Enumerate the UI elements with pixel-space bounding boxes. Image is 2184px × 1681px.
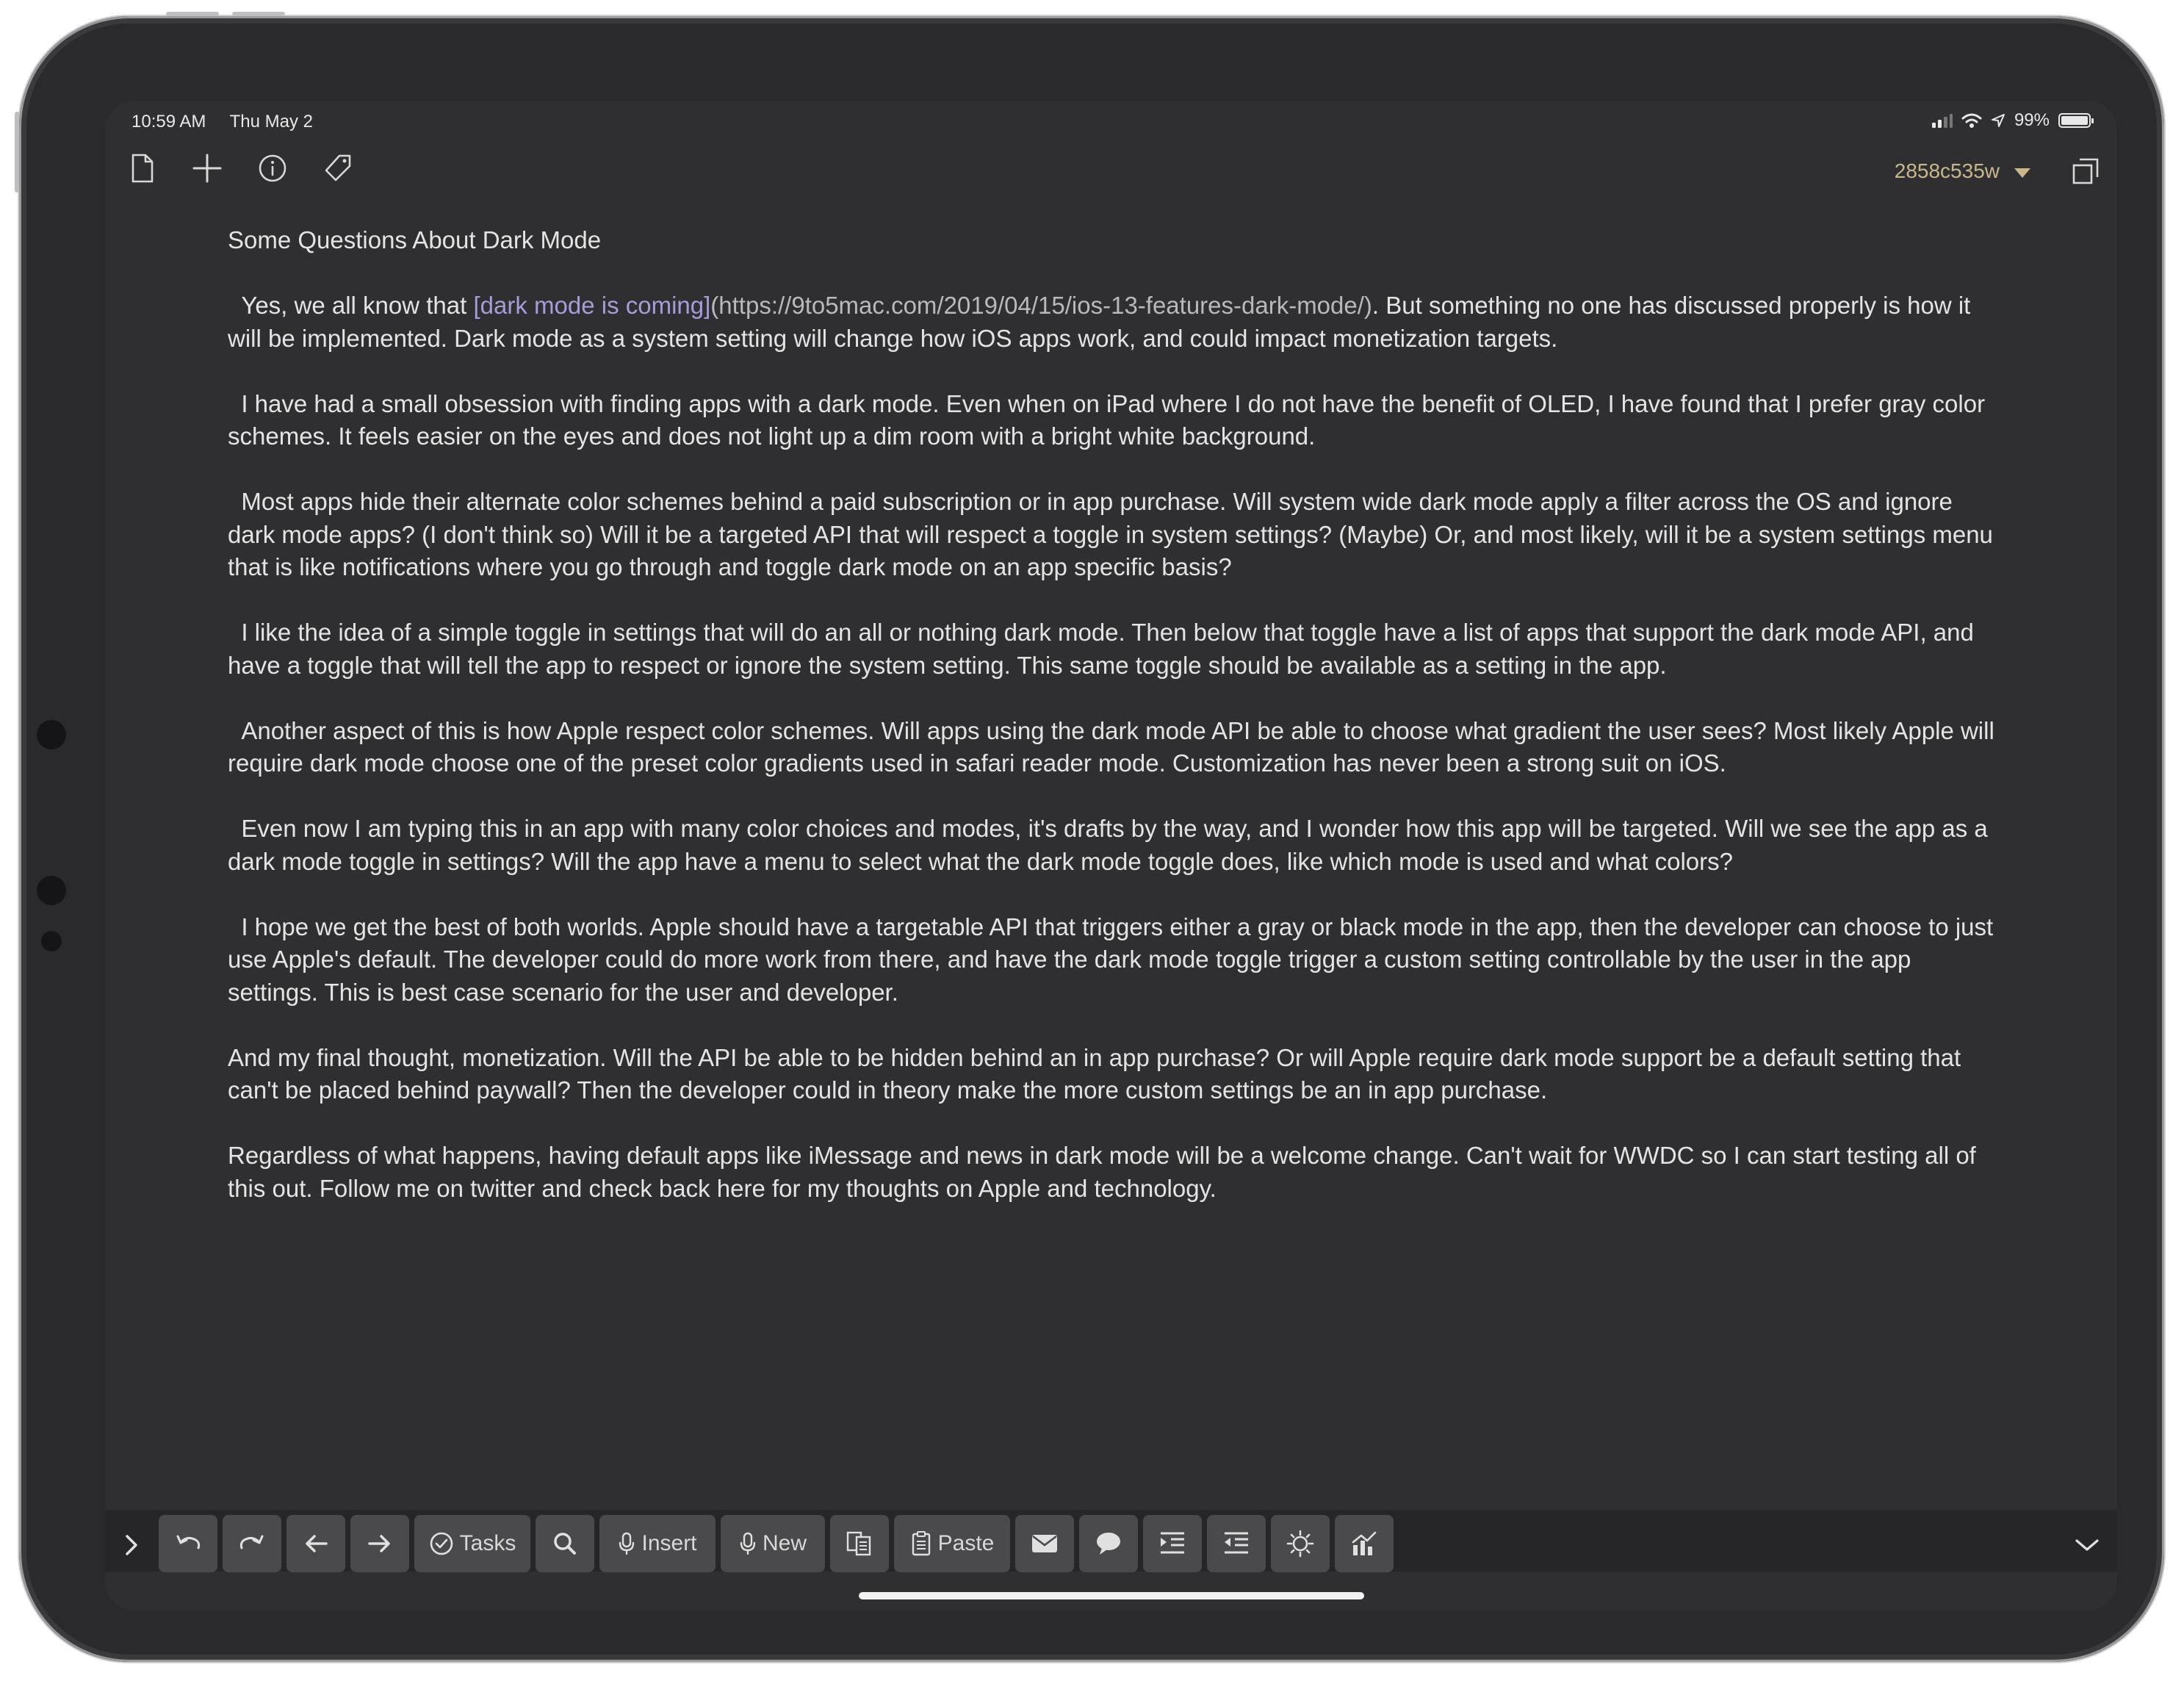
- undo-icon: [176, 1535, 201, 1549]
- paragraph: I hope we get the best of both worlds. A…: [228, 913, 2000, 1006]
- location-icon: [1991, 114, 2005, 127]
- search-button[interactable]: [536, 1515, 594, 1572]
- paragraph: And my final thought, monetization. Will…: [228, 1043, 1968, 1104]
- outdent-icon: [1225, 1532, 1248, 1554]
- indent-icon: [1161, 1532, 1184, 1554]
- arrow-left-icon: [306, 1535, 328, 1552]
- redo-button[interactable]: [223, 1515, 281, 1572]
- side-sensor: [41, 931, 62, 951]
- new-label: New: [762, 1531, 807, 1555]
- copy-button[interactable]: [830, 1515, 889, 1572]
- paragraph: Another aspect of this is how Apple resp…: [228, 716, 2001, 777]
- power-button: [15, 112, 19, 192]
- top-toolbar: [105, 145, 2117, 211]
- indent-button[interactable]: [1143, 1515, 1202, 1572]
- draft-title: Some Questions About Dark Mode: [228, 226, 602, 253]
- status-time: 10:59 AM: [131, 112, 206, 132]
- draft-editor[interactable]: Some Questions About Dark Mode Yes, we a…: [228, 224, 1998, 1238]
- draft-selector[interactable]: 2858c535w: [1895, 159, 2000, 183]
- paste-button[interactable]: Paste: [894, 1515, 1010, 1572]
- chevron-right-icon[interactable]: [121, 1532, 142, 1558]
- markdown-link-url[interactable]: (https://9to5mac.com/2019/04/15/ios-13-f…: [710, 292, 1372, 319]
- cellular-signal-icon: [1931, 114, 1953, 128]
- message-button[interactable]: [1079, 1515, 1138, 1572]
- speech-bubble-icon: [1097, 1533, 1120, 1555]
- dictate-new-button[interactable]: New: [721, 1515, 825, 1572]
- volume-button: [166, 12, 219, 16]
- paragraph: Even now I am typing this in an app with…: [228, 815, 1994, 875]
- cursor-left-button[interactable]: [286, 1515, 345, 1572]
- volume-button: [232, 12, 285, 16]
- status-date: Thu May 2: [229, 112, 314, 132]
- undo-button[interactable]: [159, 1515, 217, 1572]
- paragraph: I like the idea of a simple toggle in se…: [228, 619, 1981, 679]
- battery-percent: 99%: [2014, 110, 2050, 130]
- sun-icon: [1286, 1530, 1314, 1558]
- paste-label: Paste: [937, 1531, 995, 1555]
- paragraph: I have had a small obsession with findin…: [228, 389, 1992, 450]
- paragraph-text: Yes, we all know that: [228, 292, 474, 319]
- home-indicator[interactable]: [859, 1592, 1364, 1599]
- chart-icon: [1352, 1531, 1377, 1555]
- arrow-right-icon: [368, 1535, 390, 1552]
- outdent-button[interactable]: [1207, 1515, 1266, 1572]
- battery-icon: [2058, 113, 2094, 128]
- wifi-icon: [1961, 113, 1982, 128]
- redo-icon: [239, 1535, 264, 1549]
- mail-icon: [1032, 1535, 1057, 1552]
- theme-button[interactable]: [1271, 1515, 1330, 1572]
- paragraph: Most apps hide their alternate color sch…: [228, 488, 2000, 580]
- insert-label: Insert: [641, 1531, 697, 1555]
- mic-icon: [740, 1532, 756, 1555]
- chevron-down-icon[interactable]: [2074, 1535, 2100, 1555]
- ipad-frame: 10:59 AM Thu May 2 99% 2858c535w Some Qu…: [15, 12, 2164, 1662]
- dictate-insert-button[interactable]: Insert: [599, 1515, 716, 1572]
- info-icon[interactable]: [256, 152, 289, 184]
- copy-icon: [846, 1531, 871, 1556]
- draft-id-label: 2858c535w: [1894, 159, 2000, 182]
- side-sensor: [37, 720, 66, 749]
- paragraph: Regardless of what happens, having defau…: [228, 1142, 1983, 1202]
- search-icon: [554, 1533, 576, 1555]
- mic-icon: [619, 1532, 635, 1555]
- mail-button[interactable]: [1015, 1515, 1074, 1572]
- tasks-label: Tasks: [459, 1531, 516, 1555]
- markdown-link-text[interactable]: [dark mode is coming]: [473, 292, 710, 319]
- side-sensor: [37, 876, 66, 905]
- screen: 10:59 AM Thu May 2 99% 2858c535w Some Qu…: [105, 101, 2117, 1610]
- stats-button[interactable]: [1335, 1515, 1394, 1572]
- status-bar: 10:59 AM Thu May 2 99%: [105, 101, 2117, 142]
- expand-icon[interactable]: [2071, 156, 2100, 186]
- checkmark-icon: [430, 1532, 453, 1555]
- tasks-button[interactable]: Tasks: [414, 1515, 530, 1572]
- tag-icon[interactable]: [322, 152, 354, 184]
- paragraph: Yes, we all know that [dark mode is comi…: [228, 289, 1998, 355]
- clipboard-icon: [912, 1531, 930, 1556]
- chevron-down-icon[interactable]: [2014, 168, 2030, 178]
- document-icon[interactable]: [126, 152, 158, 184]
- cursor-right-button[interactable]: [350, 1515, 409, 1572]
- plus-icon[interactable]: [191, 152, 223, 184]
